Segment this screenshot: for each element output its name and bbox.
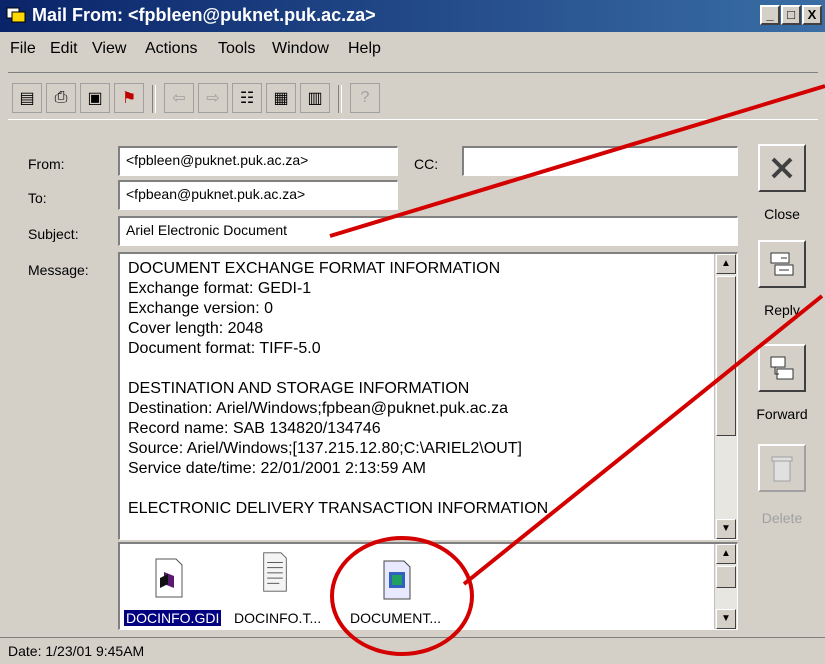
arrow-up-icon: ▲: [721, 258, 731, 269]
window-close-button[interactable]: X: [802, 5, 822, 25]
to-field[interactable]: <fpbean@puknet.puk.ac.za>: [118, 180, 398, 210]
reply-label: Reply: [764, 302, 800, 318]
attachment-name: DOCUMENT...: [350, 610, 441, 626]
scroll-down-button[interactable]: ▼: [716, 519, 736, 539]
message-line: Cover length: 2048: [128, 320, 264, 337]
mail-app-icon: [6, 7, 26, 23]
previous-icon: ⇦: [172, 90, 186, 107]
close-x-icon: [771, 157, 793, 179]
attachment-item[interactable]: DOCINFO.GDI: [124, 552, 224, 628]
menu-actions[interactable]: Actions: [145, 40, 197, 58]
printer-icon: ⎙: [54, 89, 68, 106]
help-icon: ?: [360, 89, 370, 106]
arrow-up-icon: ▲: [721, 548, 731, 559]
window-title: Mail From: <fpbleen@puknet.puk.ac.za>: [32, 5, 376, 25]
properties-icon: ▤: [19, 90, 35, 107]
menu-view[interactable]: View: [92, 40, 126, 58]
from-field[interactable]: <fpbleen@puknet.puk.ac.za>: [118, 146, 398, 176]
reply-icon: [770, 252, 794, 276]
subject-label: Subject:: [28, 226, 79, 242]
toolbar: ▤ ⎙ ▣ ⚑ ⇦ ⇨ ☷ ▦ ▥ ?: [8, 72, 818, 120]
message-label: Message:: [28, 262, 89, 278]
reply-button[interactable]: [758, 240, 806, 288]
message-line: Exchange version: 0: [128, 300, 273, 317]
delete-label: Delete: [761, 510, 803, 526]
window-tile-button[interactable]: ▥: [300, 83, 330, 113]
message-line: ELECTRONIC DELIVERY TRANSACTION INFORMAT…: [128, 500, 549, 517]
menu-tools[interactable]: Tools: [218, 40, 255, 58]
from-label: From:: [28, 156, 65, 172]
cc-label: CC:: [414, 156, 439, 172]
properties-button[interactable]: ▤: [12, 83, 42, 113]
message-body[interactable]: DOCUMENT EXCHANGE FORMAT INFORMATION Exc…: [118, 252, 738, 540]
message-line: Source: Ariel/Windows;[137.215.12.80;C:\…: [128, 440, 522, 457]
toolbar-separator: [338, 85, 342, 113]
minimize-icon: _: [766, 7, 774, 22]
next-icon: ⇨: [206, 90, 220, 107]
attachment-name: DOCINFO.GDI: [124, 610, 222, 626]
message-line: Record name: SAB 134820/134746: [128, 420, 381, 437]
scroll-thumb[interactable]: [716, 566, 736, 588]
delete-button[interactable]: [758, 444, 806, 492]
message-line: Service date/time: 22/01/2001 2:13:59 AM: [128, 460, 426, 477]
arrow-down-icon: ▼: [721, 523, 731, 534]
subject-field[interactable]: Ariel Electronic Document: [118, 216, 738, 246]
previous-button[interactable]: ⇦: [164, 83, 194, 113]
tile-icon: ▥: [307, 90, 323, 107]
menu-edit[interactable]: Edit: [50, 40, 78, 58]
image-file-icon: [382, 560, 412, 600]
cc-field[interactable]: [462, 146, 738, 176]
status-date: Date: 1/23/01 9:45AM: [8, 643, 145, 659]
attachment-name: DOCINFO.T...: [234, 610, 322, 626]
grid-icon: ▦: [273, 90, 289, 107]
arrow-down-icon: ▼: [721, 613, 731, 624]
help-button[interactable]: ?: [350, 83, 380, 113]
save-button[interactable]: ▣: [80, 83, 110, 113]
gdi-file-icon: [154, 558, 184, 598]
mark-button[interactable]: ⚑: [114, 83, 144, 113]
toolbar-separator: [152, 85, 156, 113]
maximize-button[interactable]: □: [781, 5, 801, 25]
scroll-up-button[interactable]: ▲: [716, 544, 736, 564]
attachments-pane: DOCINFO.GDI DOCINFO.T... DOCUMENT... ▲ ▼: [118, 542, 738, 630]
address-book-icon: ☷: [239, 90, 255, 107]
trash-can-icon: [771, 456, 793, 482]
menu-help[interactable]: Help: [348, 40, 381, 58]
menu-window[interactable]: Window: [272, 40, 329, 58]
scroll-thumb[interactable]: [716, 276, 736, 436]
next-button[interactable]: ⇨: [198, 83, 228, 113]
maximize-icon: □: [787, 7, 795, 22]
message-line: DESTINATION AND STORAGE INFORMATION: [128, 380, 470, 397]
attachment-item[interactable]: DOCINFO.T...: [230, 552, 330, 628]
close-label: Close: [764, 206, 800, 222]
mail-window: Mail From: <fpbleen@puknet.puk.ac.za> _ …: [0, 0, 825, 663]
forward-icon: [770, 356, 794, 380]
message-line: DOCUMENT EXCHANGE FORMAT INFORMATION: [128, 260, 501, 277]
forward-button[interactable]: [758, 344, 806, 392]
status-bar: Date: 1/23/01 9:45AM: [0, 637, 825, 664]
grid-view-button[interactable]: ▦: [266, 83, 296, 113]
to-label: To:: [28, 190, 47, 206]
scroll-up-button[interactable]: ▲: [716, 254, 736, 274]
menu-file[interactable]: File: [10, 40, 36, 58]
menu-bar: File Edit View Actions Tools Window Help: [0, 34, 825, 64]
title-bar[interactable]: Mail From: <fpbleen@puknet.puk.ac.za> _ …: [0, 0, 825, 32]
message-line: Destination: Ariel/Windows;fpbean@puknet…: [128, 400, 509, 417]
close-icon: X: [807, 7, 817, 22]
print-button[interactable]: ⎙: [46, 83, 76, 113]
message-line: Exchange format: GEDI-1: [128, 280, 312, 297]
address-book-button[interactable]: ☷: [232, 83, 262, 113]
flag-icon: ⚑: [121, 90, 137, 107]
message-scrollbar[interactable]: ▲ ▼: [714, 254, 737, 539]
text-file-icon: [260, 552, 290, 592]
scroll-down-button[interactable]: ▼: [716, 609, 736, 629]
attachments-scrollbar[interactable]: ▲ ▼: [714, 544, 737, 629]
attachment-item[interactable]: DOCUMENT...: [342, 552, 462, 628]
save-icon: ▣: [87, 90, 103, 107]
close-button[interactable]: [758, 144, 806, 192]
minimize-button[interactable]: _: [760, 5, 780, 25]
message-line: Document format: TIFF-5.0: [128, 340, 321, 357]
forward-label: Forward: [756, 406, 808, 422]
